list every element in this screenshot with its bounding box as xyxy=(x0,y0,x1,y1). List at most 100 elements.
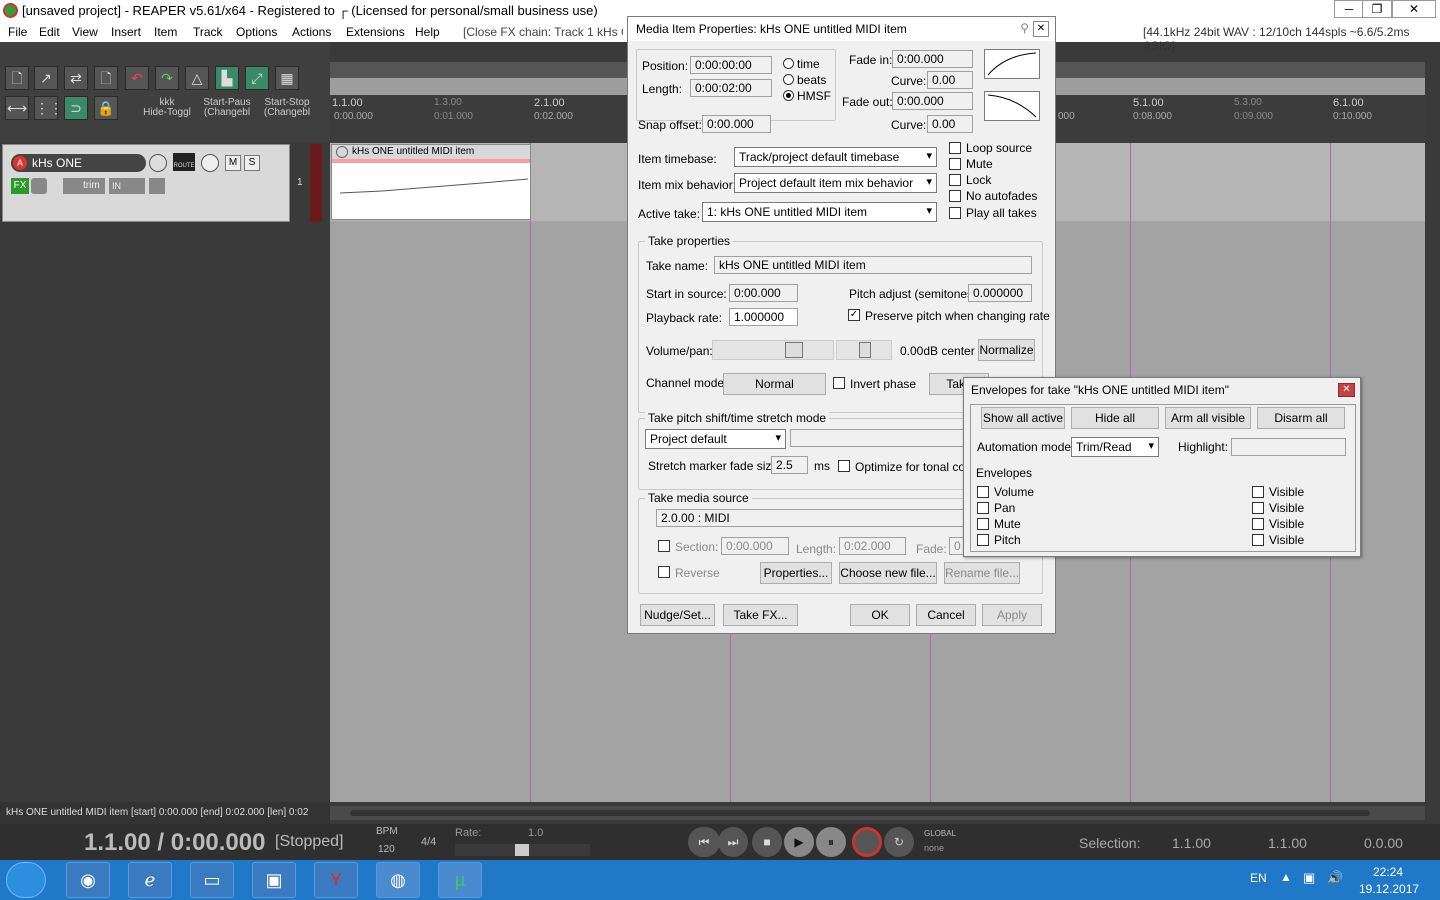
channel-mode-button[interactable]: Normal xyxy=(723,373,826,395)
dialog-close-button[interactable]: ✕ xyxy=(1033,21,1049,37)
properties-button[interactable]: Properties... xyxy=(760,562,832,584)
minimize-button[interactable]: ─ xyxy=(1334,0,1364,18)
menu-track[interactable]: Track xyxy=(193,25,223,39)
pan-slider[interactable] xyxy=(836,340,892,360)
mute-button[interactable]: M xyxy=(225,155,241,171)
language-indicator[interactable]: EN xyxy=(1250,871,1267,885)
dialog-titlebar[interactable]: Media Item Properties: kHs ONE untitled … xyxy=(628,17,1055,41)
close-window-button[interactable]: ✕ xyxy=(1392,0,1436,18)
source-field[interactable]: 2.0.00 : MIDI xyxy=(656,509,966,527)
automation-mode-select[interactable]: Trim/Read xyxy=(1071,437,1159,457)
menu-view[interactable]: View xyxy=(72,25,98,39)
optimize-checkbox[interactable] xyxy=(838,460,850,472)
go-to-end-button[interactable]: ⏭ xyxy=(718,827,748,857)
envelope-points-icon[interactable]: ⤢ xyxy=(245,66,269,90)
time-signature[interactable]: 4/4 xyxy=(421,836,436,848)
section-length-field[interactable]: 0:02.000 xyxy=(839,537,906,555)
toolbar-hide-toggle[interactable]: kkk Hide-Toggl xyxy=(142,98,192,118)
toolbar-start-pause[interactable]: Start-Paus (Changebl xyxy=(200,98,254,118)
midi-media-item[interactable]: kHs ONE untitled MIDI item xyxy=(331,144,531,220)
save-project-icon[interactable]: ⇄ xyxy=(64,66,88,90)
input-button[interactable]: IN xyxy=(109,178,145,194)
play-all-takes-checkbox[interactable] xyxy=(949,207,961,219)
env-mute-checkbox[interactable] xyxy=(977,518,989,530)
redo-icon[interactable]: ↷ xyxy=(155,66,179,90)
tray-expand-icon[interactable]: ▲ xyxy=(1280,870,1292,884)
preserve-pitch-checkbox[interactable]: ✓ xyxy=(848,309,860,321)
rename-file-button[interactable]: Rename file... xyxy=(944,562,1020,584)
normalize-button[interactable]: Normalize xyxy=(978,339,1035,361)
open-project-icon[interactable]: ↗ xyxy=(34,66,58,90)
stretch-submode-field[interactable] xyxy=(790,429,965,447)
section-checkbox[interactable] xyxy=(658,540,670,552)
reverse-checkbox[interactable] xyxy=(658,566,670,578)
menu-edit[interactable]: Edit xyxy=(39,25,60,39)
fadeout-shape-button[interactable] xyxy=(984,91,1040,121)
ripple-icon[interactable]: ⟷ xyxy=(5,96,29,120)
volume-slider[interactable] xyxy=(712,340,834,360)
snap-field[interactable]: 0:00.000 xyxy=(702,115,771,133)
pin-icon[interactable]: ⚲ xyxy=(1020,21,1029,35)
loop-source-checkbox[interactable] xyxy=(949,142,961,154)
time-radio[interactable] xyxy=(783,58,794,69)
timebase-select[interactable]: Track/project default timebase xyxy=(734,147,937,167)
yandex-icon[interactable]: Y xyxy=(314,862,358,898)
fadein-shape-button[interactable] xyxy=(984,49,1040,79)
section-field[interactable]: 0:00.000 xyxy=(721,537,789,555)
solo-button[interactable]: S xyxy=(244,155,260,171)
pause-button[interactable]: ⏸ xyxy=(816,827,846,857)
vertical-scrollbar[interactable] xyxy=(1425,143,1440,806)
menu-file[interactable]: File xyxy=(8,25,27,39)
selection-start[interactable]: 1.1.00 xyxy=(1172,835,1211,851)
network-icon[interactable]: ▣ xyxy=(1303,870,1315,886)
project-settings-icon[interactable]: 🗋 xyxy=(94,66,118,90)
record-button[interactable] xyxy=(852,827,882,857)
repeat-button[interactable]: ↻ xyxy=(884,827,914,857)
clock-time[interactable]: 22:24 xyxy=(1373,865,1403,879)
arm-all-visible-button[interactable]: Arm all visible xyxy=(1165,407,1251,429)
hide-all-button[interactable]: Hide all xyxy=(1071,407,1159,429)
menu-insert[interactable]: Insert xyxy=(111,25,141,39)
playback-rate-field[interactable]: 1.000000 xyxy=(729,308,798,326)
fx-chain-hint[interactable]: [Close FX chain: Track 1 kHs ON xyxy=(463,25,623,39)
env-pan-visible-checkbox[interactable] xyxy=(1252,502,1264,514)
env-close-button[interactable]: ✕ xyxy=(1338,383,1355,397)
curve-out-field[interactable]: 0.00 xyxy=(927,115,973,133)
stretch-mode-select[interactable]: Project default xyxy=(645,429,786,449)
menu-extensions[interactable]: Extensions xyxy=(346,25,405,39)
audio-info[interactable]: [44.1kHz 24bit WAV : 12/10ch 144spls ~6.… xyxy=(1143,25,1440,53)
metronome-icon[interactable]: △ xyxy=(185,66,209,90)
trim-button[interactable]: trim xyxy=(63,178,105,194)
pan-knob[interactable] xyxy=(201,154,219,172)
lock-icon[interactable]: 🔒 xyxy=(94,96,118,120)
env-pitch-visible-checkbox[interactable] xyxy=(1252,534,1264,546)
new-project-icon[interactable]: 🗋 xyxy=(5,66,29,90)
menu-options[interactable]: Options xyxy=(236,25,277,39)
chrome-icon[interactable]: ◉ xyxy=(66,862,110,898)
curve-in-field[interactable]: 0.00 xyxy=(927,71,973,89)
mix-select[interactable]: Project default item mix behavior xyxy=(734,173,937,193)
env-pitch-checkbox[interactable] xyxy=(977,534,989,546)
start-in-source-field[interactable]: 0:00.000 xyxy=(729,284,798,302)
beats-radio[interactable] xyxy=(783,74,794,85)
fadein-field[interactable]: 0:00.000 xyxy=(892,50,973,68)
env-dialog-titlebar[interactable]: Envelopes for take "kHs ONE untitled MID… xyxy=(964,378,1360,402)
monitor-icon[interactable] xyxy=(149,178,165,194)
selection-end[interactable]: 1.1.00 xyxy=(1268,835,1307,851)
ie-icon[interactable]: ℯ xyxy=(128,862,172,898)
active-take-select[interactable]: 1: kHs ONE untitled MIDI item xyxy=(702,202,937,222)
env-pan-checkbox[interactable] xyxy=(977,502,989,514)
pan-slider-thumb[interactable] xyxy=(859,342,871,358)
track-header[interactable]: A kHs ONE ROUTE M S FX trim IN 1 xyxy=(2,144,303,222)
invert-phase-checkbox[interactable] xyxy=(833,377,845,389)
disarm-all-button[interactable]: Disarm all xyxy=(1257,407,1345,429)
volume-knob[interactable] xyxy=(149,154,167,172)
track-name[interactable]: kHs ONE xyxy=(32,156,82,170)
toolbar-start-stop[interactable]: Start-Stop (Changebl xyxy=(260,98,314,118)
fx-button[interactable]: FX xyxy=(11,178,29,194)
maximize-button[interactable]: ❐ xyxy=(1362,0,1392,18)
take-fx-button[interactable]: Take FX... xyxy=(723,604,798,626)
undo-icon[interactable]: ↶ xyxy=(125,66,149,90)
nudge-set-button[interactable]: Nudge/Set... xyxy=(640,604,715,626)
position-display[interactable]: 1.1.00 / 0:00.000 xyxy=(84,829,265,857)
